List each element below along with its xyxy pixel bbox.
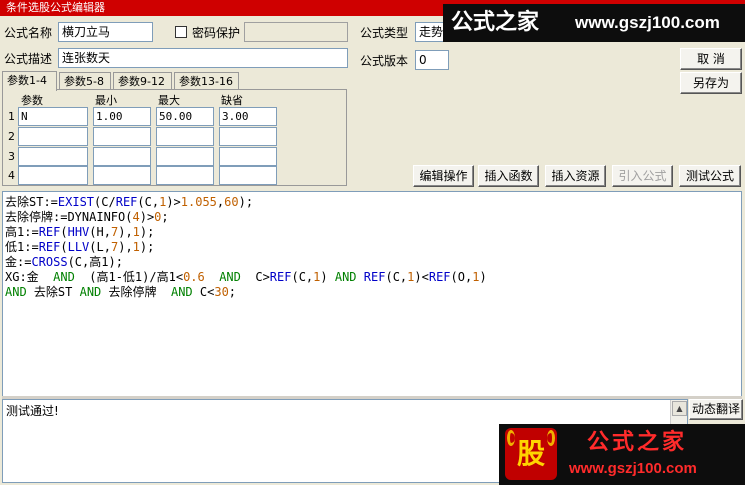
code-line: 去除ST:=EXIST(C/REF(C,1)>1.055,60); — [5, 195, 254, 209]
formula-version-label: 公式版本 — [360, 54, 409, 68]
password-input[interactable] — [244, 22, 348, 42]
param-max-cell[interactable] — [156, 147, 214, 166]
param-name-cell[interactable] — [18, 166, 88, 185]
password-checkbox[interactable] — [175, 26, 187, 38]
tab-params-13-16[interactable]: 参数13-16 — [174, 72, 239, 90]
test-formula-button[interactable]: 测试公式 — [679, 165, 741, 187]
code-line: 高1:=REF(HHV(H,7),1); — [5, 225, 155, 239]
param-min-cell[interactable] — [93, 166, 151, 185]
param-max-cell[interactable]: 50.00 — [156, 107, 214, 126]
param-min-cell[interactable] — [93, 127, 151, 146]
param-row-number: 1 — [8, 110, 15, 123]
code-line: XG:金 AND (高1-低1)/高1<0.6 AND C>REF(C,1) A… — [5, 270, 487, 284]
tab-params-1-4[interactable]: 参数1-4 — [2, 71, 57, 91]
formula-code[interactable]: 去除ST:=EXIST(C/REF(C,1)>1.055,60); 去除停牌:=D… — [5, 195, 487, 300]
watermark-banner-bottom: 股 公式之家 www.gszj100.com — [499, 424, 745, 485]
param-min-cell[interactable]: 1.00 — [93, 107, 151, 126]
watermark-brand: 公式之家 — [451, 9, 540, 35]
param-min-cell[interactable] — [93, 147, 151, 166]
password-label: 密码保护 — [192, 26, 241, 40]
code-line: 金:=CROSS(C,高1); — [5, 255, 123, 269]
param-default-cell[interactable] — [219, 147, 277, 166]
translate-button[interactable]: 动态翻译 — [689, 399, 743, 420]
param-header-default: 缺省 — [221, 94, 243, 107]
code-line: AND 去除ST AND 去除停牌 AND C<30; — [5, 285, 237, 299]
cancel-button[interactable]: 取 消 — [680, 48, 742, 70]
scroll-up-icon[interactable]: ▲ — [672, 401, 687, 416]
param-name-cell[interactable]: N — [18, 107, 88, 126]
bull-logo-icon: 股 — [505, 428, 557, 480]
tab-params-5-8[interactable]: 参数5-8 — [59, 72, 111, 90]
insert-function-button[interactable]: 插入函数 — [478, 165, 539, 187]
param-name-cell[interactable] — [18, 127, 88, 146]
code-line: 低1:=REF(LLV(L,7),1); — [5, 240, 155, 254]
param-name-cell[interactable] — [18, 147, 88, 166]
formula-type-label: 公式类型 — [360, 26, 409, 40]
param-header-max: 最大 — [158, 94, 180, 107]
tab-params-9-12[interactable]: 参数9-12 — [113, 72, 172, 90]
param-header-min: 最小 — [95, 94, 117, 107]
param-default-cell[interactable]: 3.00 — [219, 107, 277, 126]
save-as-button[interactable]: 另存为 — [680, 72, 742, 94]
formula-version-input[interactable]: 0 — [415, 50, 449, 70]
param-max-cell[interactable] — [156, 127, 214, 146]
import-formula-button[interactable]: 引入公式 — [612, 165, 673, 187]
watermark-banner-top: 公式之家 www.gszj100.com — [443, 4, 745, 42]
param-row-number: 2 — [8, 130, 15, 143]
param-row-number: 3 — [8, 150, 15, 163]
formula-desc-input[interactable]: 连张数天 — [58, 48, 348, 68]
watermark-brand: 公式之家 — [587, 429, 688, 455]
output-text: 测试通过! — [6, 404, 59, 418]
formula-desc-label: 公式描述 — [4, 52, 53, 66]
param-max-cell[interactable] — [156, 166, 214, 185]
param-header-name: 参数 — [21, 94, 43, 107]
code-editor[interactable]: 去除ST:=EXIST(C/REF(C,1)>1.055,60); 去除停牌:=D… — [2, 191, 742, 397]
logo-char: 股 — [516, 437, 545, 470]
window-title: 条件选股公式编辑器 — [6, 1, 105, 14]
formula-name-label: 公式名称 — [4, 26, 53, 40]
code-line: 去除停牌:=DYNAINFO(4)>0; — [5, 210, 169, 224]
edit-operations-button[interactable]: 编辑操作 — [413, 165, 474, 187]
formula-name-input[interactable]: 横刀立马 — [58, 22, 153, 42]
insert-resource-button[interactable]: 插入资源 — [545, 165, 606, 187]
param-default-cell[interactable] — [219, 166, 277, 185]
param-default-cell[interactable] — [219, 127, 277, 146]
param-panel: 参数 最小 最大 缺省 1 N 1.00 50.00 3.00 2 3 4 — [2, 89, 347, 186]
watermark-url: www.gszj100.com — [575, 13, 720, 32]
param-row-number: 4 — [8, 169, 15, 182]
watermark-url: www.gszj100.com — [569, 460, 697, 477]
